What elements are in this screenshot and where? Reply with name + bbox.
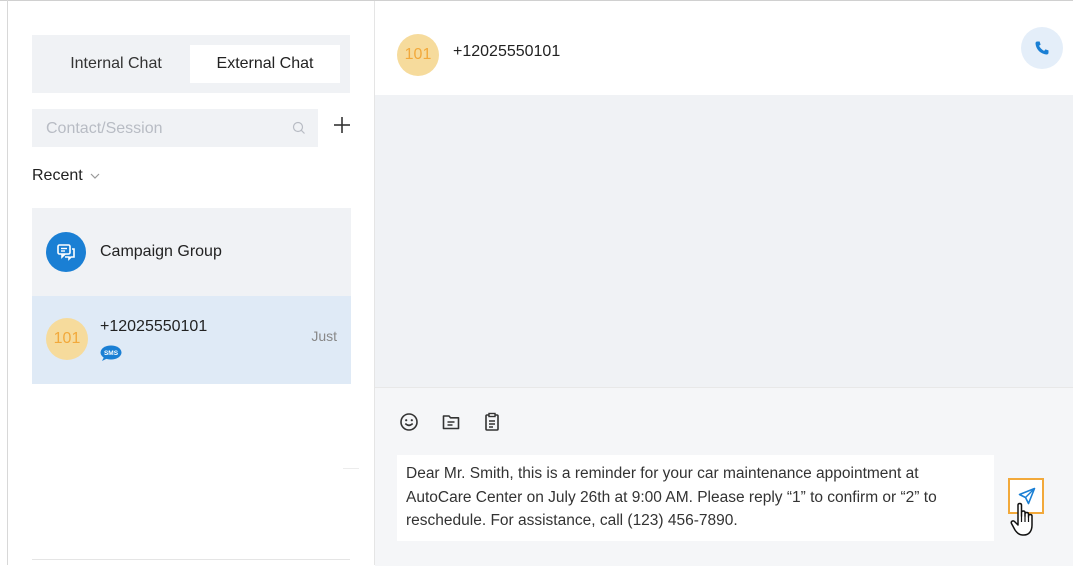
chat-panel: 101 +12025550101 Dear Mr. Smith, this is… bbox=[375, 1, 1073, 566]
search-box bbox=[32, 109, 318, 149]
sms-icon: SMS bbox=[100, 345, 122, 361]
conversation-sidebar: Internal Chat External Chat Recent Campa… bbox=[8, 1, 374, 565]
message-composer: Dear Mr. Smith, this is a reminder for y… bbox=[375, 387, 1073, 566]
conversation-name: Campaign Group bbox=[100, 243, 222, 260]
search-input[interactable] bbox=[44, 109, 288, 149]
avatar: 101 bbox=[46, 318, 88, 360]
template-icon[interactable] bbox=[482, 412, 502, 432]
tab-external-chat[interactable]: External Chat bbox=[190, 45, 340, 83]
conversation-time: Just bbox=[311, 328, 337, 344]
conversation-item-selected[interactable]: 101 +12025550101 SMS Just bbox=[32, 296, 351, 384]
tab-internal-chat[interactable]: Internal Chat bbox=[42, 45, 190, 83]
recent-label: Recent bbox=[32, 167, 83, 184]
divider bbox=[343, 468, 359, 469]
conversation-item-campaign-group[interactable]: Campaign Group bbox=[32, 208, 351, 296]
file-icon[interactable] bbox=[441, 412, 461, 432]
chat-header: 101 +12025550101 bbox=[375, 1, 1073, 95]
hand-cursor-icon bbox=[1010, 502, 1033, 536]
divider bbox=[32, 559, 350, 560]
message-input-box: Dear Mr. Smith, this is a reminder for y… bbox=[397, 455, 994, 541]
svg-text:SMS: SMS bbox=[104, 350, 119, 357]
conversation-name: +12025550101 bbox=[100, 318, 208, 335]
phone-icon bbox=[1035, 41, 1049, 55]
group-chat-icon bbox=[46, 232, 86, 272]
avatar: 101 bbox=[397, 34, 439, 76]
add-conversation-button[interactable] bbox=[331, 114, 353, 136]
call-button[interactable] bbox=[1021, 27, 1063, 69]
message-input[interactable]: Dear Mr. Smith, this is a reminder for y… bbox=[406, 462, 984, 536]
search-icon[interactable] bbox=[292, 121, 306, 135]
chevron-down-icon bbox=[90, 173, 100, 179]
recent-filter[interactable]: Recent bbox=[32, 167, 101, 189]
message-area[interactable] bbox=[375, 95, 1073, 387]
emoji-icon[interactable] bbox=[399, 412, 419, 432]
chat-title: +12025550101 bbox=[453, 43, 561, 60]
chat-type-tabs: Internal Chat External Chat bbox=[32, 35, 350, 93]
